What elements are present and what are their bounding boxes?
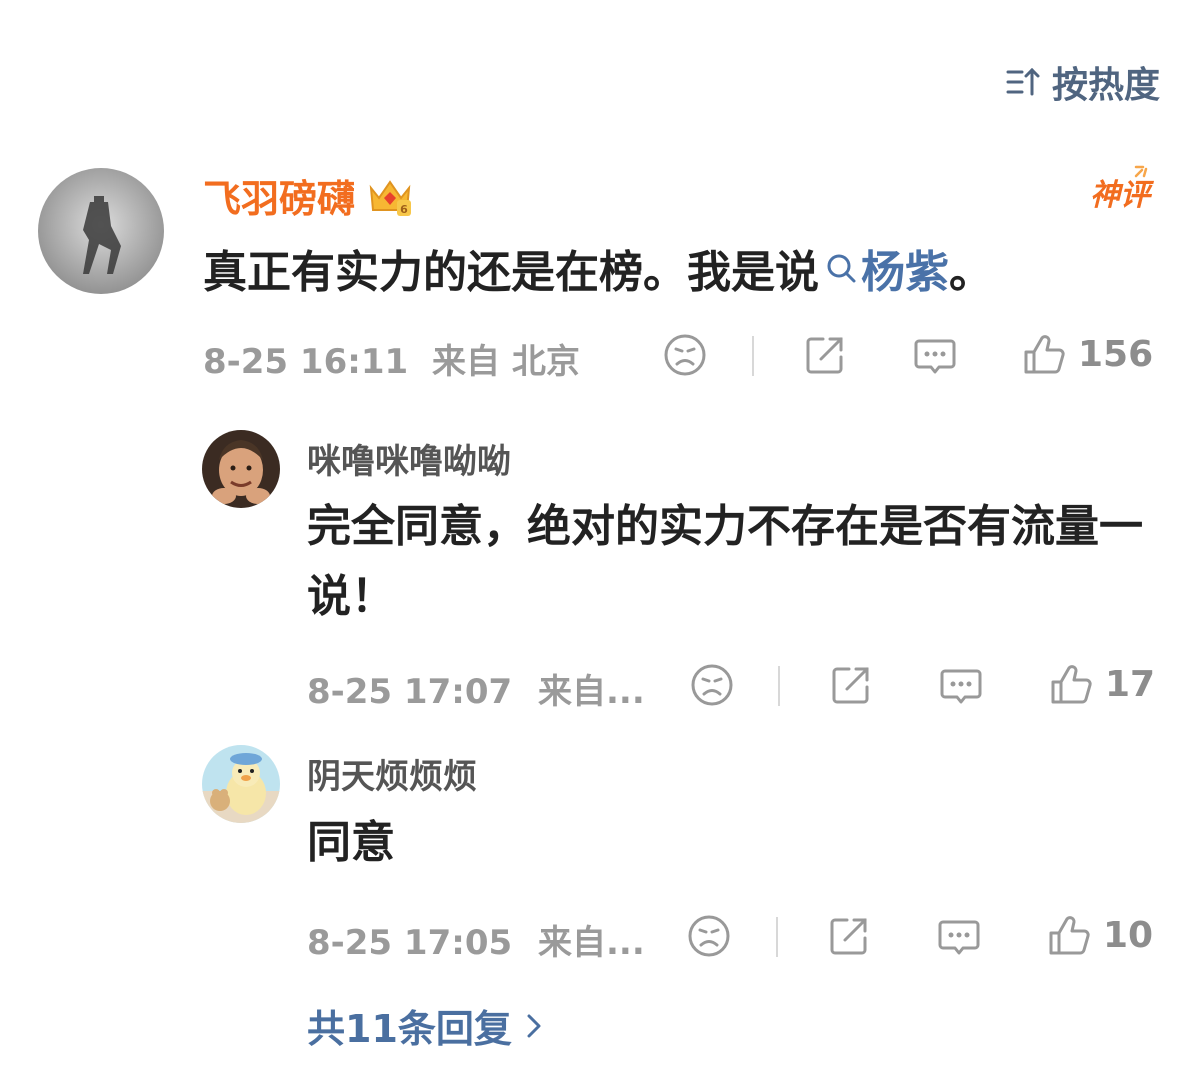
avatar[interactable] (38, 168, 164, 294)
more-replies-link[interactable]: 共11条回复 (307, 998, 542, 1053)
comment-text-body: 真正有实力的还是在榜。我是说 (203, 247, 819, 298)
sort-icon (1006, 67, 1040, 96)
like-button[interactable]: 17 (1049, 662, 1155, 706)
divider (752, 336, 754, 376)
share-button[interactable] (828, 662, 874, 708)
comment-icon (938, 920, 980, 955)
avatar[interactable] (202, 745, 280, 823)
reply-button[interactable] (912, 332, 958, 378)
reply-author[interactable]: 咪噜咪噜呦呦 (307, 434, 511, 483)
sad-face-icon (688, 915, 730, 957)
comment-icon (940, 669, 982, 704)
search-icon (827, 254, 856, 283)
comment-meta: 8-25 16:11 来自 北京 (203, 334, 580, 383)
reply-meta: 8-25 17:07 来自... (307, 664, 645, 713)
dislike-button[interactable] (662, 332, 708, 378)
reply-text: 完全同意，绝对的实力不存在是否有流量一说！ (307, 501, 1143, 622)
reply-author[interactable]: 阴天烦烦烦 (307, 749, 477, 798)
reply-meta: 8-25 17:05 来自... (307, 915, 645, 964)
dislike-button[interactable] (689, 662, 735, 708)
like-button[interactable]: 10 (1047, 913, 1153, 957)
comment-text-end: 。 (949, 247, 993, 298)
sort-by-hot-button[interactable]: 按热度 (1004, 56, 1160, 108)
reply-timestamp: 8-25 17:07 (307, 672, 513, 712)
topic-label: 杨紫 (861, 247, 949, 298)
like-count: 17 (1105, 663, 1156, 705)
comment-location: 来自 北京 (432, 342, 580, 382)
comment-author-name: 飞羽磅礴 (203, 177, 356, 221)
dislike-button[interactable] (686, 913, 732, 959)
reply-button[interactable] (938, 662, 984, 708)
reply-timestamp: 8-25 17:05 (307, 923, 513, 963)
divider (776, 917, 778, 957)
comment-timestamp: 8-25 16:11 (203, 342, 409, 382)
like-count: 10 (1103, 914, 1154, 956)
svg-text:6: 6 (400, 203, 408, 216)
comment-icon (914, 339, 956, 374)
avatar[interactable] (202, 430, 280, 508)
reply-text: 同意 (307, 817, 395, 868)
topic-link[interactable]: 杨紫 (825, 236, 949, 300)
thumbs-up-icon (1049, 916, 1090, 955)
reply-location: 来自... (538, 923, 645, 963)
share-button[interactable] (826, 913, 872, 959)
thumbs-up-icon (1024, 335, 1065, 374)
crown-badge-icon: 6 (369, 179, 412, 216)
like-count: 156 (1078, 333, 1154, 375)
comment-author[interactable]: 飞羽磅礴 6 (203, 168, 413, 223)
sparkle-icon (1134, 165, 1148, 178)
like-button[interactable]: 156 (1022, 332, 1153, 376)
more-replies-label: 共11条回复 (307, 1007, 512, 1051)
sad-face-icon (664, 334, 706, 376)
share-icon (806, 337, 843, 374)
divider (778, 666, 780, 706)
share-icon (832, 667, 869, 704)
share-button[interactable] (802, 332, 848, 378)
share-icon (830, 918, 867, 955)
chevron-right-icon (527, 1014, 541, 1037)
reply-button[interactable] (936, 913, 982, 959)
thumbs-up-icon (1051, 665, 1092, 704)
sad-face-icon (691, 664, 733, 706)
reply-location: 来自... (538, 672, 645, 712)
comment-text: 真正有实力的还是在榜。我是说 杨紫 。 (203, 236, 993, 300)
sort-label: 按热度 (1051, 65, 1160, 106)
